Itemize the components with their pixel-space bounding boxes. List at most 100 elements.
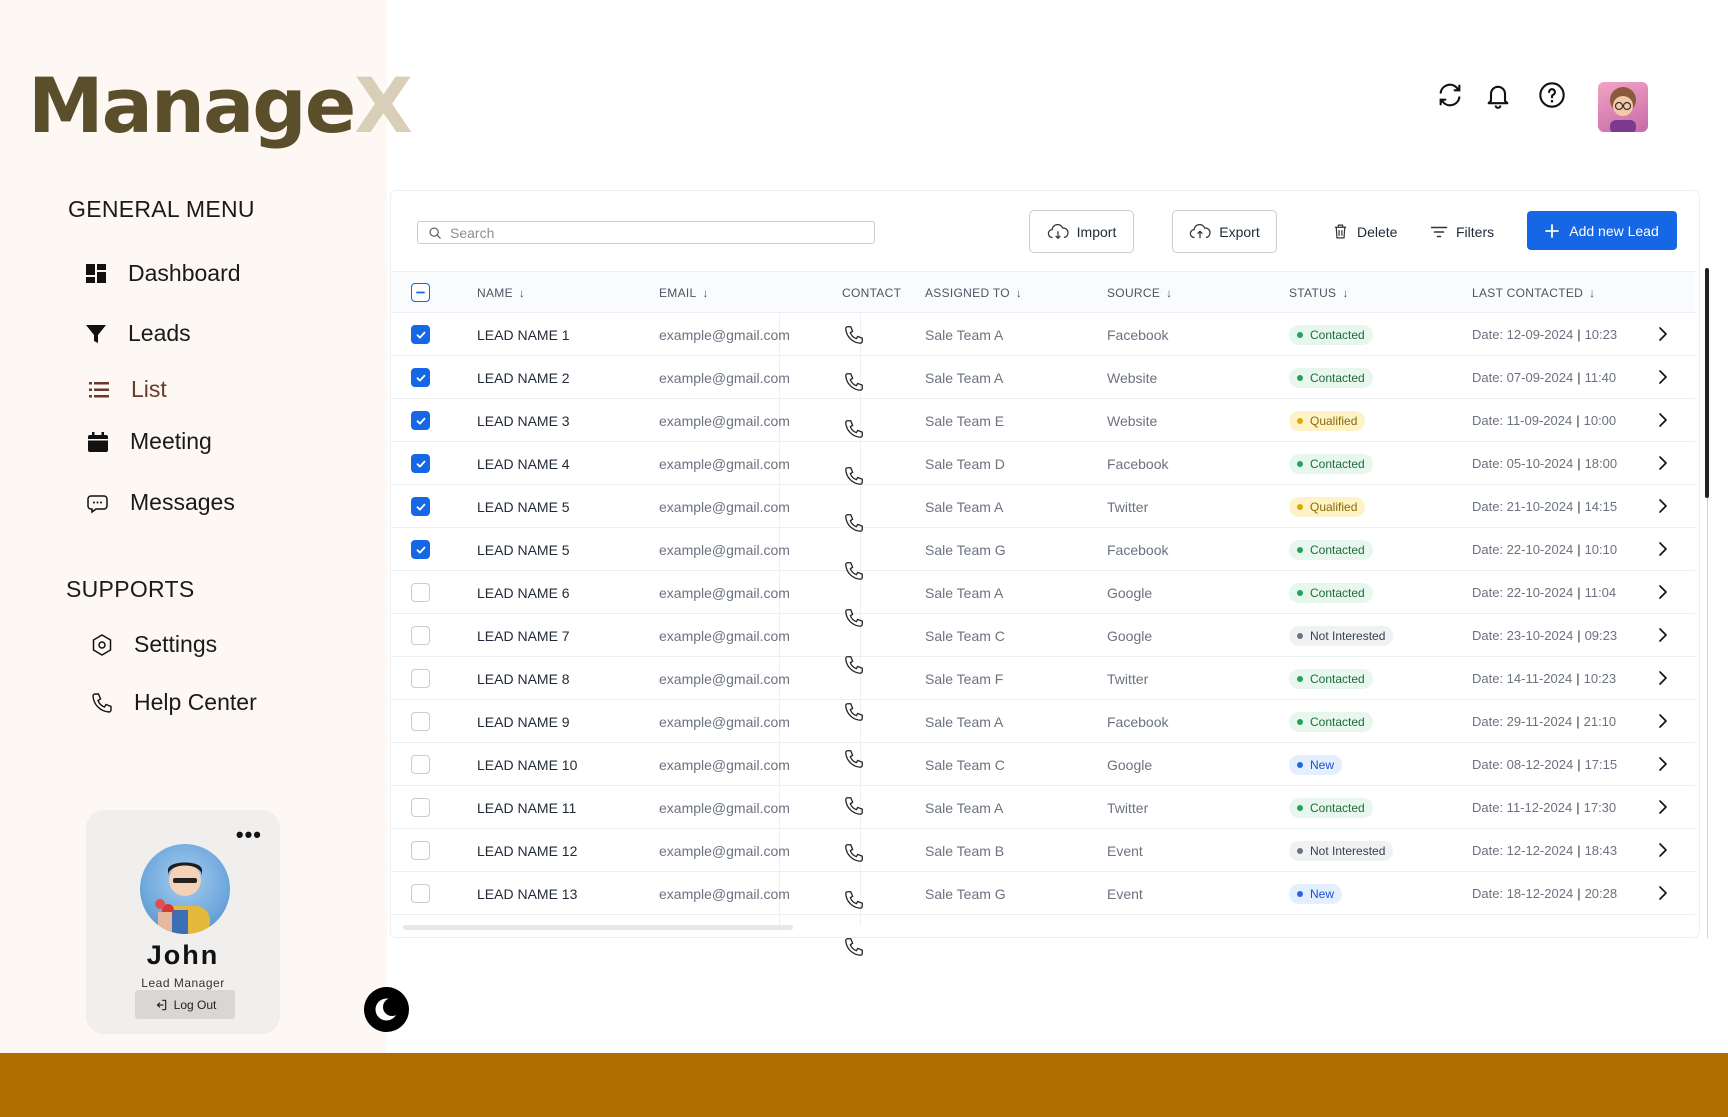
chevron-right-icon[interactable] xyxy=(1654,368,1672,386)
table-row[interactable]: LEAD NAME 4 example@gmail.com Sale Team D F… xyxy=(391,442,1695,485)
horizontal-scrollbar[interactable] xyxy=(403,925,793,930)
call-phone-icon[interactable] xyxy=(843,925,865,968)
column-header-name[interactable]: NAME ↓ xyxy=(477,272,525,314)
sort-arrow-icon: ↓ xyxy=(1589,286,1596,300)
row-checkbox[interactable] xyxy=(411,841,430,860)
add-new-lead-button[interactable]: Add new Lead xyxy=(1527,211,1677,250)
import-button[interactable]: Import xyxy=(1029,210,1134,253)
search-input[interactable] xyxy=(450,224,850,241)
search-box[interactable] xyxy=(417,221,875,244)
chevron-right-icon[interactable] xyxy=(1654,798,1672,816)
row-checkbox[interactable] xyxy=(411,368,430,387)
chevron-right-icon[interactable] xyxy=(1654,712,1672,730)
table-row[interactable]: LEAD NAME 11 example@gmail.com Sale Team A… xyxy=(391,786,1695,862)
logout-button[interactable]: Log Out xyxy=(135,990,235,1019)
chevron-right-icon[interactable] xyxy=(1654,755,1672,773)
lead-email: example@gmail.com xyxy=(659,670,790,687)
chevron-right-icon[interactable] xyxy=(1654,583,1672,601)
status-dot-icon xyxy=(1297,546,1303,553)
lead-source: Event xyxy=(1107,885,1143,902)
table-row[interactable]: LEAD NAME 2 example@gmail.com Sale Team A W… xyxy=(391,356,1695,399)
lead-assigned-to: Sale Team A xyxy=(925,326,1004,343)
row-checkbox[interactable] xyxy=(411,583,430,602)
cloud-download-icon xyxy=(1047,223,1069,239)
lead-last-contacted: Date: 11-12-2024 | 17:30 xyxy=(1472,800,1617,815)
lead-name: LEAD NAME 2 xyxy=(477,369,570,386)
column-header-status[interactable]: STATUS ↓ xyxy=(1289,272,1349,314)
table-row[interactable]: LEAD NAME 5 example@gmail.com Sale Team G F… xyxy=(391,528,1695,580)
table-row[interactable]: LEAD NAME 7 example@gmail.com Sale Team C G… xyxy=(391,614,1695,674)
status-badge: Contacted xyxy=(1289,528,1373,571)
sidebar-item-settings[interactable]: Settings xyxy=(90,631,217,658)
export-button[interactable]: Export xyxy=(1172,210,1277,253)
table-row[interactable]: LEAD NAME 6 example@gmail.com Sale Team A G… xyxy=(391,571,1695,627)
lead-name: LEAD NAME 4 xyxy=(477,455,570,472)
row-checkbox[interactable] xyxy=(411,540,430,559)
bell-icon[interactable] xyxy=(1484,81,1512,109)
row-checkbox[interactable] xyxy=(411,626,430,645)
column-header-source[interactable]: SOURCE ↓ xyxy=(1107,272,1172,314)
sidebar-item-dashboard[interactable]: Dashboard xyxy=(84,260,241,287)
row-checkbox[interactable] xyxy=(411,884,430,903)
filters-button[interactable]: Filters xyxy=(1430,210,1494,253)
sidebar-item-help-center[interactable]: Help Center xyxy=(90,689,257,716)
status-dot-icon xyxy=(1297,718,1303,725)
column-header-assigned-to[interactable]: ASSIGNED TO ↓ xyxy=(925,272,1022,314)
chevron-right-icon[interactable] xyxy=(1654,497,1672,515)
status-badge: Not Interested xyxy=(1289,614,1394,657)
chevron-right-icon[interactable] xyxy=(1654,325,1672,343)
table-row[interactable]: LEAD NAME 9 example@gmail.com Sale Team A F… xyxy=(391,700,1695,768)
check-icon xyxy=(416,503,425,510)
sidebar-item-list[interactable]: List xyxy=(87,376,167,403)
call-phone-icon[interactable] xyxy=(843,313,865,356)
column-header-last-contacted[interactable]: LAST CONTACTED ↓ xyxy=(1472,272,1595,314)
delete-button[interactable]: Delete xyxy=(1332,210,1397,253)
chevron-right-icon[interactable] xyxy=(1654,669,1672,687)
table-row[interactable]: LEAD NAME 1 example@gmail.com Sale Team A F… xyxy=(391,313,1695,356)
table-row[interactable]: LEAD NAME 10 example@gmail.com Sale Team C… xyxy=(391,743,1695,815)
lead-name: LEAD NAME 11 xyxy=(477,799,577,816)
call-phone-icon[interactable] xyxy=(843,360,865,403)
row-checkbox[interactable] xyxy=(411,497,430,516)
lead-source: Event xyxy=(1107,842,1143,859)
status-dot-icon xyxy=(1297,890,1303,897)
vertical-scrollbar[interactable] xyxy=(1705,268,1709,498)
status-badge: Qualified xyxy=(1289,399,1366,442)
table-row[interactable]: LEAD NAME 13 example@gmail.com Sale Team G… xyxy=(391,872,1695,956)
funnel-icon xyxy=(86,324,106,343)
sidebar-item-messages[interactable]: Messages xyxy=(86,489,235,516)
select-all-checkbox[interactable] xyxy=(411,283,430,302)
lead-last-contacted: Date: 18-12-2024 | 20:28 xyxy=(1472,886,1618,901)
row-checkbox[interactable] xyxy=(411,755,430,774)
lead-last-contacted: Date: 05-10-2024 | 18:00 xyxy=(1472,456,1618,471)
chevron-right-icon[interactable] xyxy=(1654,841,1672,859)
row-checkbox[interactable] xyxy=(411,325,430,344)
check-icon xyxy=(416,546,425,553)
sidebar-item-label: Dashboard xyxy=(128,260,241,286)
more-options-icon[interactable]: ••• xyxy=(236,822,262,848)
sidebar-item-leads[interactable]: Leads xyxy=(84,320,191,347)
theme-toggle-button[interactable] xyxy=(364,987,409,1032)
chevron-right-icon[interactable] xyxy=(1654,626,1672,644)
user-avatar[interactable] xyxy=(1598,82,1648,132)
chevron-right-icon[interactable] xyxy=(1654,411,1672,429)
chevron-right-icon[interactable] xyxy=(1654,454,1672,472)
row-checkbox[interactable] xyxy=(411,454,430,473)
row-checkbox[interactable] xyxy=(411,411,430,430)
sidebar-item-meeting[interactable]: Meeting xyxy=(86,428,212,455)
chevron-right-icon[interactable] xyxy=(1654,540,1672,558)
row-checkbox[interactable] xyxy=(411,669,430,688)
refresh-icon[interactable] xyxy=(1436,81,1464,109)
table-row[interactable]: LEAD NAME 3 example@gmail.com Sale Team E W… xyxy=(391,399,1695,442)
row-checkbox[interactable] xyxy=(411,712,430,731)
status-badge: Contacted xyxy=(1289,786,1373,829)
column-header-email[interactable]: EMAIL ↓ xyxy=(659,272,709,314)
row-checkbox[interactable] xyxy=(411,798,430,817)
chevron-right-icon[interactable] xyxy=(1654,884,1672,902)
table-row[interactable]: LEAD NAME 12 example@gmail.com Sale Team B… xyxy=(391,829,1695,909)
lead-email: example@gmail.com xyxy=(659,369,790,386)
table-row[interactable]: LEAD NAME 5 example@gmail.com Sale Team A T… xyxy=(391,485,1695,532)
lead-last-contacted: Date: 21-10-2024 | 14:15 xyxy=(1472,499,1618,514)
table-row[interactable]: LEAD NAME 8 example@gmail.com Sale Team F T… xyxy=(391,657,1695,721)
help-icon[interactable] xyxy=(1538,81,1566,109)
